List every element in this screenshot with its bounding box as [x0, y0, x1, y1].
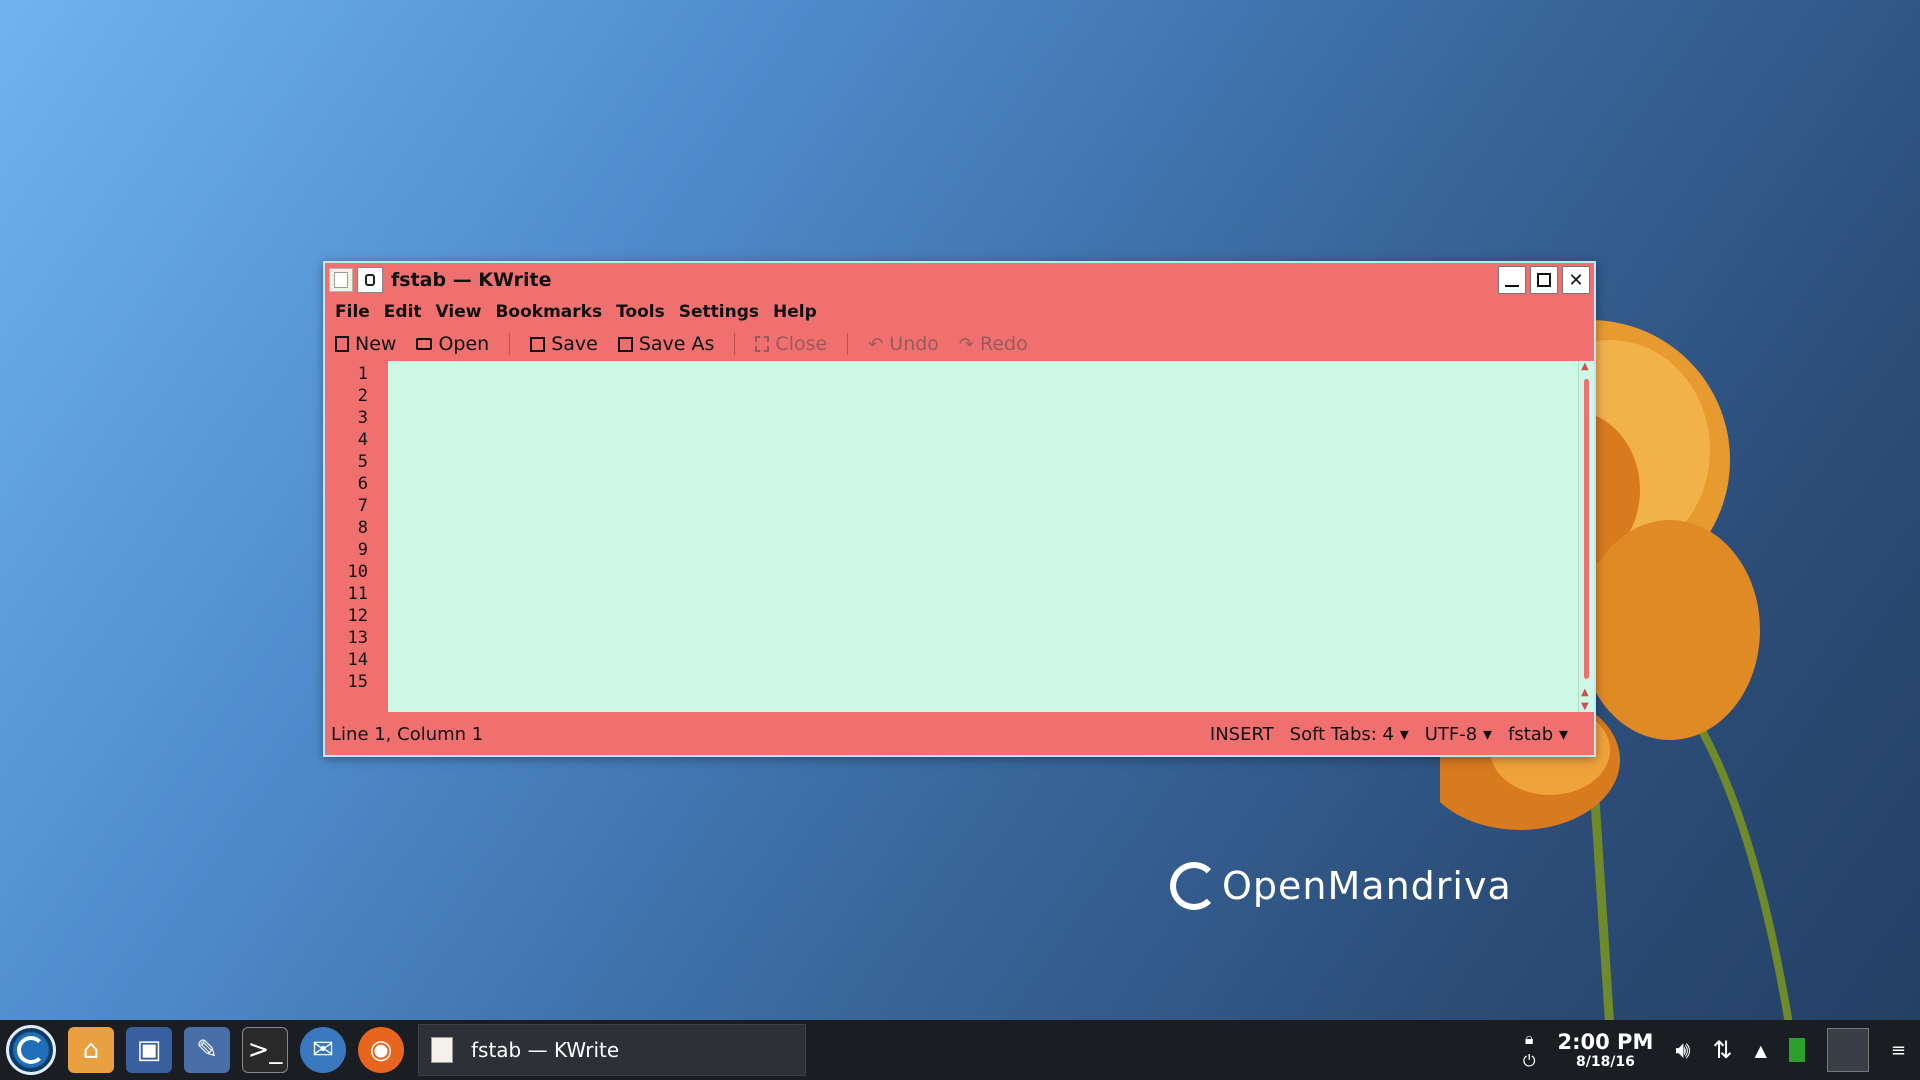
brand-logo-icon [1170, 862, 1218, 910]
save-label: Save [551, 333, 598, 355]
line-number-gutter: 1 2 3 4 5 6 7 8 9 10 11 12 13 14 15 [325, 361, 388, 712]
folder-icon [416, 338, 433, 350]
toolbar-separator [734, 333, 736, 355]
terminal-icon[interactable]: >_ [242, 1027, 288, 1073]
syntax-label: fstab [1508, 723, 1554, 745]
clock[interactable]: 2:00 PM 8/18/16 [1558, 1030, 1654, 1070]
new-document-icon [335, 336, 349, 352]
close-label: Close [775, 333, 828, 355]
titlebar[interactable]: fstab — KWrite ✕ [325, 263, 1594, 297]
editor-area: 1 2 3 4 5 6 7 8 9 10 11 12 13 14 15 ▲ ▲ … [325, 361, 1594, 712]
line-number: 2 [357, 386, 368, 406]
syntax-selector[interactable]: fstab ▾ [1508, 724, 1568, 745]
line-number: 8 [357, 518, 368, 538]
menu-edit[interactable]: Edit [384, 302, 422, 322]
menu-file[interactable]: File [335, 302, 370, 322]
line-number: 11 [347, 584, 368, 604]
menubar: File Edit View Bookmarks Tools Settings … [325, 297, 1594, 327]
menu-tools[interactable]: Tools [616, 302, 665, 322]
task-label: fstab — KWrite [471, 1038, 620, 1062]
document-icon [431, 1037, 453, 1063]
cursor-position: Line 1, Column 1 [331, 723, 484, 745]
system-settings-icon[interactable]: ▣ [126, 1027, 172, 1073]
maximize-button[interactable] [1530, 266, 1558, 294]
close-button[interactable]: ✕ [1562, 266, 1590, 294]
encoding-selector[interactable]: UTF-8 ▾ [1425, 724, 1492, 745]
brand-text: OpenMandriva [1222, 864, 1512, 908]
input-mode[interactable]: INSERT [1210, 724, 1274, 745]
save-icon [530, 336, 546, 352]
menu-help[interactable]: Help [773, 302, 817, 322]
line-number: 5 [357, 452, 368, 472]
line-number: 12 [347, 606, 368, 626]
toolbar-separator [847, 333, 849, 355]
open-button[interactable]: Open [416, 333, 489, 355]
line-number: 7 [357, 496, 368, 516]
volume-icon[interactable]: 🔊︎ [1675, 1036, 1690, 1064]
line-number: 9 [357, 540, 368, 560]
menu-view[interactable]: View [436, 302, 482, 322]
statusbar: Line 1, Column 1 INSERT Soft Tabs: 4 ▾ U… [325, 713, 1594, 755]
system-monitor-icon[interactable] [1788, 1038, 1805, 1062]
line-number: 14 [347, 650, 368, 670]
line-number: 13 [347, 628, 368, 648]
lock-icon[interactable]: 🔒︎ [1525, 1029, 1534, 1049]
vertical-scrollbar[interactable]: ▲ ▲ ▼ [1578, 361, 1594, 712]
scroll-up-icon[interactable]: ▲ [1581, 687, 1589, 698]
text-editor[interactable] [388, 361, 1578, 712]
taskbar-task-kwrite[interactable]: fstab — KWrite [418, 1024, 806, 1076]
toolbar-separator [509, 333, 511, 355]
thunderbird-icon[interactable]: ✉ [300, 1027, 346, 1073]
encoding-label: UTF-8 [1424, 723, 1478, 745]
indent-label: Soft Tabs: 4 [1289, 723, 1394, 745]
save-as-label: Save As [638, 333, 715, 355]
line-number: 15 [347, 672, 368, 692]
minimize-button[interactable] [1498, 266, 1526, 294]
line-number: 3 [357, 408, 368, 428]
new-button[interactable]: New [335, 333, 396, 355]
clock-date: 8/18/16 [1575, 1054, 1635, 1070]
save-button[interactable]: Save [530, 333, 598, 355]
application-launcher-icon[interactable] [6, 1025, 56, 1075]
menu-settings[interactable]: Settings [679, 302, 759, 322]
home-folder-icon[interactable]: ⌂ [68, 1027, 114, 1073]
close-document-icon [755, 336, 770, 352]
system-tray: 🔒︎ ⏻ 2:00 PM 8/18/16 🔊︎ ⇅ ▲ ≡ [1523, 1028, 1920, 1072]
clock-time: 2:00 PM [1557, 1030, 1654, 1054]
save-as-icon [617, 336, 633, 352]
power-icon[interactable]: ⏻ [1523, 1051, 1536, 1071]
app-menu-icon[interactable] [329, 268, 353, 292]
close-document-button[interactable]: Close [755, 333, 827, 355]
firefox-icon[interactable]: ◉ [358, 1027, 404, 1073]
undo-button[interactable]: ↶ Undo [868, 333, 939, 355]
save-as-button[interactable]: Save As [617, 333, 715, 355]
taskbar: ⌂ ▣ ✎ >_ ✉ ◉ fstab — KWrite 🔒︎ ⏻ 2:00 PM… [0, 1020, 1920, 1080]
line-number: 4 [357, 430, 368, 450]
indent-settings[interactable]: Soft Tabs: 4 ▾ [1290, 724, 1409, 745]
undo-icon: ↶ [868, 333, 884, 355]
keep-on-top-icon[interactable] [357, 267, 383, 293]
menu-bookmarks[interactable]: Bookmarks [495, 302, 602, 322]
line-number: 10 [347, 562, 368, 582]
show-hidden-icons-icon[interactable]: ▲ [1755, 1041, 1767, 1060]
scroll-up-icon[interactable]: ▲ [1581, 361, 1589, 372]
panel-menu-icon[interactable]: ≡ [1891, 1040, 1906, 1061]
line-number: 6 [357, 474, 368, 494]
desktop-pager-icon[interactable] [1826, 1028, 1869, 1072]
line-number: 1 [357, 364, 368, 384]
scrollbar-thumb[interactable] [1584, 379, 1589, 679]
redo-button[interactable]: ↷ Redo [959, 333, 1028, 355]
scroll-down-icon[interactable]: ▼ [1581, 701, 1589, 712]
new-label: New [355, 333, 397, 355]
undo-label: Undo [889, 333, 939, 355]
redo-label: Redo [980, 333, 1028, 355]
toolbar: New Open Save Save As Close ↶ Undo ↷ Red… [325, 327, 1594, 361]
network-icon[interactable]: ⇅ [1712, 1036, 1732, 1064]
kwrite-window: fstab — KWrite ✕ File Edit View Bookmark… [323, 261, 1596, 757]
software-manager-icon[interactable]: ✎ [184, 1027, 230, 1073]
wallpaper-brand: OpenMandriva [1170, 862, 1512, 910]
open-label: Open [438, 333, 490, 355]
redo-icon: ↷ [958, 333, 975, 355]
window-title: fstab — KWrite [391, 269, 552, 291]
